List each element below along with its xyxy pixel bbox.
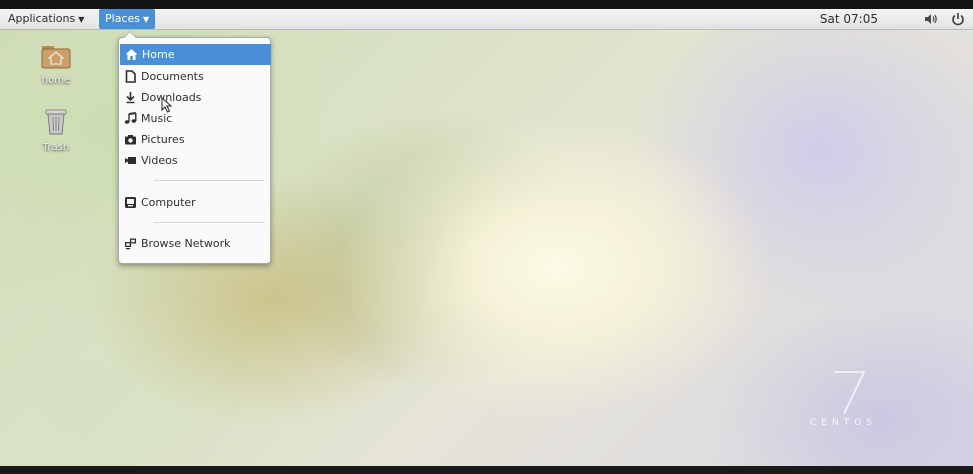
menu-item-browse-network[interactable]: Browse Network <box>119 233 270 254</box>
menu-item-computer[interactable]: Computer <box>119 192 270 213</box>
centos-seven-logo: 7 <box>834 371 866 415</box>
chevron-down-icon: ▼ <box>78 15 85 24</box>
menu-item-label: Documents <box>141 70 204 83</box>
volume-icon[interactable] <box>924 13 938 25</box>
menu-item-label: Home <box>142 48 175 61</box>
desktop-icon-trash[interactable]: Trash <box>26 108 86 153</box>
mouse-cursor-icon <box>161 97 173 113</box>
home-icon <box>125 49 138 60</box>
menu-item-label: Music <box>141 112 173 125</box>
menu-item-label: Videos <box>141 154 178 167</box>
menu-item-label: Pictures <box>141 133 185 146</box>
menu-item-label: Browse Network <box>141 237 231 250</box>
chevron-down-icon: ▼ <box>142 15 150 24</box>
menu-item-music[interactable]: Music <box>119 108 270 129</box>
menu-item-videos[interactable]: Videos <box>119 150 270 171</box>
document-icon <box>125 70 136 83</box>
places-dropdown-menu: Home Documents Downloads Music Pictures … <box>118 32 271 264</box>
desktop-icon-label: home <box>41 75 71 86</box>
menu-item-pictures[interactable]: Pictures <box>119 129 270 150</box>
trash-icon <box>45 109 67 135</box>
menu-item-documents[interactable]: Documents <box>119 66 270 87</box>
computer-icon <box>125 197 136 208</box>
download-icon <box>126 92 135 104</box>
power-icon[interactable] <box>951 12 965 26</box>
menu-separator <box>154 180 264 181</box>
dropdown-pointer-inner <box>124 32 136 38</box>
desktop-screen: Applications ▼ Places ▼ Sat 07:05 home T… <box>0 0 973 474</box>
centos-wordmark: CENTOS <box>810 418 877 428</box>
applications-menu-button[interactable]: Applications ▼ <box>0 9 90 29</box>
video-icon <box>125 157 136 164</box>
clock[interactable]: Sat 07:05 <box>820 9 878 29</box>
top-panel: Applications ▼ Places ▼ Sat 07:05 <box>0 9 973 30</box>
bottom-border <box>0 466 973 474</box>
music-icon <box>124 112 137 124</box>
applications-label: Applications <box>8 12 76 25</box>
home-folder-icon <box>41 46 71 69</box>
menu-item-downloads[interactable]: Downloads <box>119 87 270 108</box>
desktop-icon-label: Trash <box>42 142 70 153</box>
menu-item-home[interactable]: Home <box>120 44 271 65</box>
desktop-icon-home[interactable]: home <box>26 43 86 86</box>
menu-item-label: Computer <box>141 196 196 209</box>
places-menu-button[interactable]: Places ▼ <box>99 9 155 29</box>
centos-numeral: 7 <box>850 391 851 393</box>
top-border <box>0 0 973 9</box>
places-label: Places <box>105 12 140 25</box>
camera-icon <box>125 135 136 145</box>
menu-separator <box>154 222 264 223</box>
network-icon <box>125 238 136 250</box>
